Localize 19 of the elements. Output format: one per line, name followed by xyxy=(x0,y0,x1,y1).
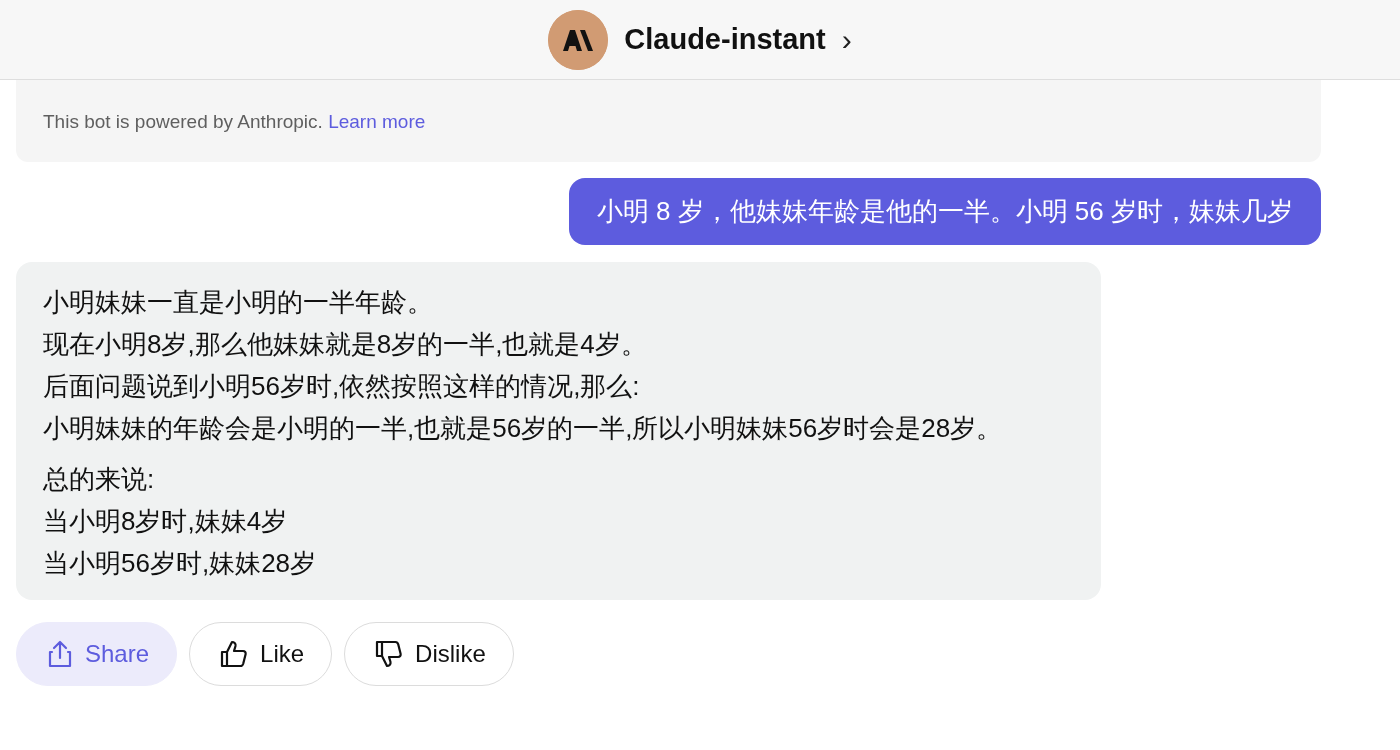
thumbs-up-icon xyxy=(220,640,249,668)
thumbs-down-icon xyxy=(375,640,404,668)
bot-title[interactable]: Claude-instant xyxy=(624,17,826,62)
message-text: 当小明8岁时,妹妹4岁 xyxy=(43,505,289,538)
message-text: 现在小明8岁,那么他妹妹就是8岁的一半,也就是4岁。 xyxy=(43,328,648,361)
message-text: 当小明56岁时,妹妹28岁 xyxy=(43,547,318,580)
dislike-button[interactable]: Dislike xyxy=(344,622,514,686)
share-button[interactable]: Share xyxy=(16,622,178,686)
message-text: 小明妹妹一直是小明的一半年龄。 xyxy=(43,286,434,319)
notice-text: This bot is powered by Anthropic. xyxy=(43,111,323,132)
message-text: 小明 8 岁，他妹妹年龄是他的一半。小明 56 岁时，妹妹几岁 xyxy=(596,195,1293,228)
chevron-icon[interactable]: › xyxy=(841,17,852,62)
learn-more-link[interactable]: Learn more xyxy=(328,111,426,132)
message-text: 小明妹妹的年龄会是小明的一半,也就是56岁的一半,所以小明妹妹56岁时会是28岁。 xyxy=(43,412,1004,445)
message-text: 后面问题说到小明56岁时,依然按照这样的情况,那么: xyxy=(43,370,641,403)
message-text: 总的来说: xyxy=(43,463,156,496)
logo-icon xyxy=(548,9,609,70)
like-button[interactable]: Like xyxy=(189,622,333,686)
share-icon xyxy=(47,640,73,668)
